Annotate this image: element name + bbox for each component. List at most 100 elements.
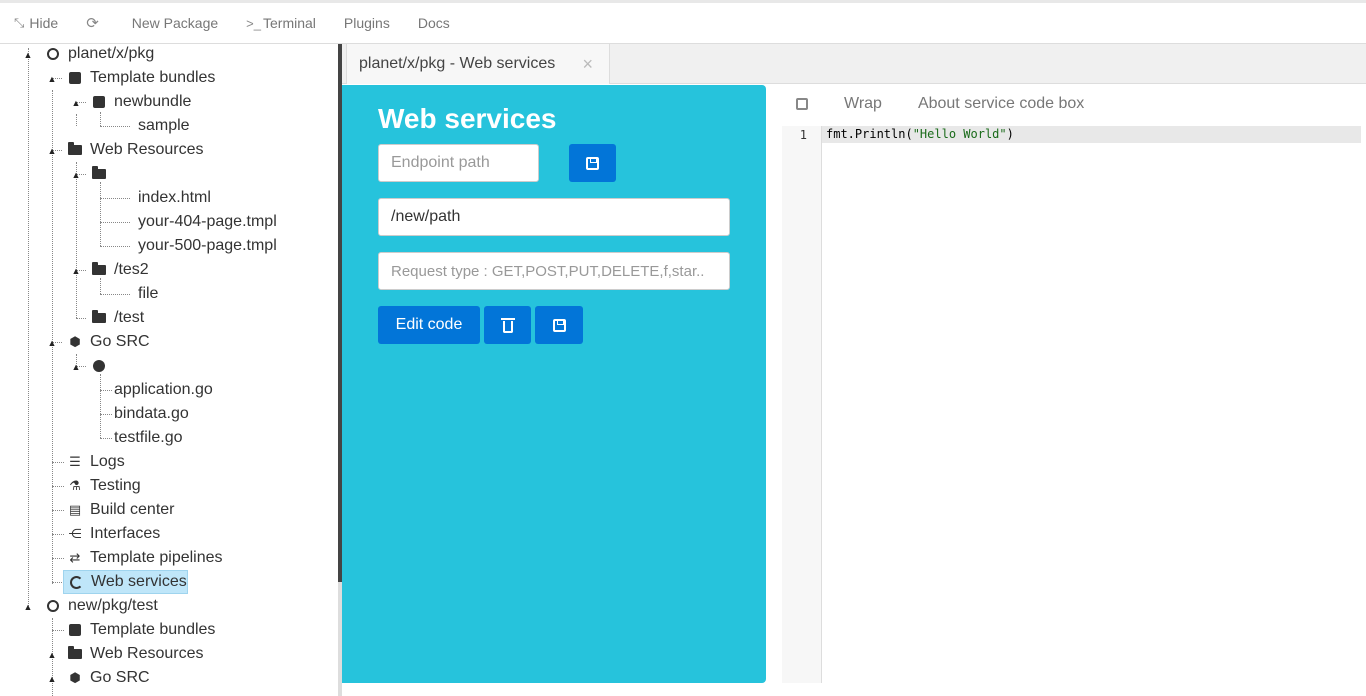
flask-icon: ⚗ [69, 478, 81, 493]
tab-bar: planet/x/pkg - Web services × [342, 44, 1366, 84]
collapse-toggle[interactable]: ▲ [23, 602, 33, 612]
tree-node-interfaces[interactable]: ⋲ Interfaces [66, 522, 161, 546]
tree-node-newbundle[interactable]: newbundle [90, 90, 191, 114]
tree-node-label: newbundle [114, 93, 192, 110]
tree-node-web-resources[interactable]: Web Resources [66, 138, 204, 162]
collapse-toggle[interactable]: ▲ [47, 650, 57, 660]
circle-icon [90, 360, 108, 372]
path-input[interactable]: /new/path [378, 198, 730, 236]
folder-icon [66, 142, 84, 155]
project-tree: ▲ planet/x/pkg ▲ Template bundles ▲ newb… [0, 44, 338, 696]
close-icon[interactable]: × [582, 54, 593, 75]
collapse-toggle[interactable]: ▲ [71, 98, 81, 108]
server-icon: ▤ [68, 502, 82, 517]
endpoint-path-input[interactable]: Endpoint path [378, 144, 539, 182]
collapse-toggle[interactable]: ▲ [47, 74, 57, 84]
tree-node-go-src[interactable]: ⬢ Go SRC [66, 330, 150, 354]
hide-button[interactable]: ⤡ Hide [0, 3, 72, 43]
save-button[interactable] [535, 306, 583, 344]
globe-icon [44, 48, 62, 60]
collapse-toggle[interactable]: ▲ [47, 146, 57, 156]
trash-icon [500, 317, 515, 333]
globe-icon [44, 600, 62, 612]
tree-node-testing[interactable]: ⚗ Testing [66, 474, 141, 498]
save-icon[interactable] [796, 98, 808, 110]
tree-node-testfile-go[interactable]: </> testfile.go [114, 426, 182, 450]
edit-code-label: Edit code [395, 316, 463, 333]
tree-node-file[interactable]: file [138, 282, 158, 306]
tree-node-template-bundles[interactable]: Template bundles [66, 66, 215, 90]
tree-node-label: Web Resources [90, 141, 204, 158]
wrap-button[interactable]: Wrap [844, 95, 882, 113]
tree-node-label: Logs [90, 453, 125, 470]
plugins-button[interactable]: Plugins [330, 3, 404, 43]
tree-node-sample[interactable]: sample [138, 114, 190, 138]
tree-node-planet-pkg[interactable]: planet/x/pkg [44, 44, 154, 66]
tree-node-build-center[interactable]: ▤ Build center [66, 498, 175, 522]
tree-node-label: Go SRC [90, 333, 150, 350]
collapse-toggle[interactable]: ▲ [71, 362, 81, 372]
terminal-button[interactable]: >_ Terminal [232, 3, 330, 43]
list-icon: ☰ [69, 454, 81, 469]
tree-node-web-services[interactable]: Web services [63, 570, 188, 594]
collapse-toggle[interactable]: ▲ [47, 338, 57, 348]
edit-code-button[interactable]: Edit code [378, 306, 480, 344]
tree-node-tes2[interactable]: /tes2 [90, 258, 149, 282]
tree-node-label: Template bundles [90, 69, 216, 86]
spinner-icon [67, 575, 85, 589]
tree-node-test[interactable]: /test [90, 306, 144, 330]
code-editor[interactable]: fmt.Println("Hello World") [826, 127, 1014, 141]
exchange-icon: ⇄ [69, 550, 81, 565]
tree-node-label: Template bundles [90, 621, 216, 638]
request-type-input[interactable]: Request type : GET,POST,PUT,DELETE,f,sta… [378, 252, 730, 290]
tree-node-go-src-2[interactable]: ⬢ Go SRC [66, 666, 149, 690]
tree-node-root-folder[interactable] [90, 162, 114, 186]
collapse-toggle[interactable]: ▲ [47, 674, 57, 684]
folder-icon [90, 262, 108, 275]
folder-icon [90, 310, 108, 323]
tree-node-logs[interactable]: ☰ Logs [66, 450, 125, 474]
new-package-button[interactable]: New Package [118, 3, 232, 43]
tree-node-template-bundles-2[interactable]: Template bundles [66, 618, 215, 642]
editor-gutter: 1 [782, 126, 822, 683]
delete-button[interactable] [484, 306, 531, 344]
panel-title: Web services [378, 103, 557, 134]
editor-toolbar: Wrap About service code box [782, 84, 1120, 124]
folder-icon [90, 166, 108, 179]
tab-web-services[interactable]: planet/x/pkg - Web services × [346, 44, 610, 84]
tree-node-500-page[interactable]: your-500-page.tmpl [138, 234, 277, 258]
tree-node-go-package[interactable] [90, 354, 114, 378]
plugins-label: Plugins [343, 15, 390, 31]
save-endpoint-button[interactable] [569, 144, 616, 182]
tree-node-label: Template pipelines [90, 549, 223, 566]
cube-icon: ⬢ [69, 334, 81, 349]
tree-node-web-resources-2[interactable]: Web Resources [66, 642, 204, 666]
docs-button[interactable]: Docs [404, 3, 464, 43]
save-icon [552, 318, 566, 332]
top-toolbar: ⤡ Hide ⟳ New Package >_ Terminal Plugins… [0, 0, 1366, 44]
tree-node-template-pipelines[interactable]: ⇄ Template pipelines [66, 546, 223, 570]
line-number: 1 [799, 128, 807, 142]
tree-node-label: your-500-page.tmpl [138, 237, 277, 254]
about-service-code-box-button[interactable]: About service code box [918, 95, 1084, 113]
tree-node-label: Web services [91, 573, 187, 590]
code-string-token: "Hello World" [912, 127, 1007, 141]
square-icon [90, 96, 108, 108]
tree-node-application-go[interactable]: </> application.go [114, 378, 213, 402]
tree-node-bindata-go[interactable]: </> bindata.go [114, 402, 189, 426]
tree-node-index-html[interactable]: index.html [138, 186, 211, 210]
tree-node-label: Interfaces [90, 525, 161, 542]
tree-node-label: testfile.go [114, 429, 183, 446]
tree-node-404-page[interactable]: your-404-page.tmpl [138, 210, 277, 234]
collapse-toggle[interactable]: ▲ [71, 170, 81, 180]
tree-node-label: your-404-page.tmpl [138, 213, 277, 230]
save-icon [586, 156, 599, 170]
tree-node-label: file [138, 285, 159, 302]
tree-node-label: sample [138, 117, 190, 134]
tab-label: planet/x/pkg - Web services [359, 55, 556, 72]
tree-node-label: /test [114, 309, 145, 326]
refresh-button[interactable]: ⟳ [72, 3, 118, 43]
collapse-toggle[interactable]: ▲ [71, 266, 81, 276]
tree-node-new-pkg-test[interactable]: new/pkg/test [44, 594, 158, 618]
collapse-toggle[interactable]: ▲ [23, 50, 33, 60]
